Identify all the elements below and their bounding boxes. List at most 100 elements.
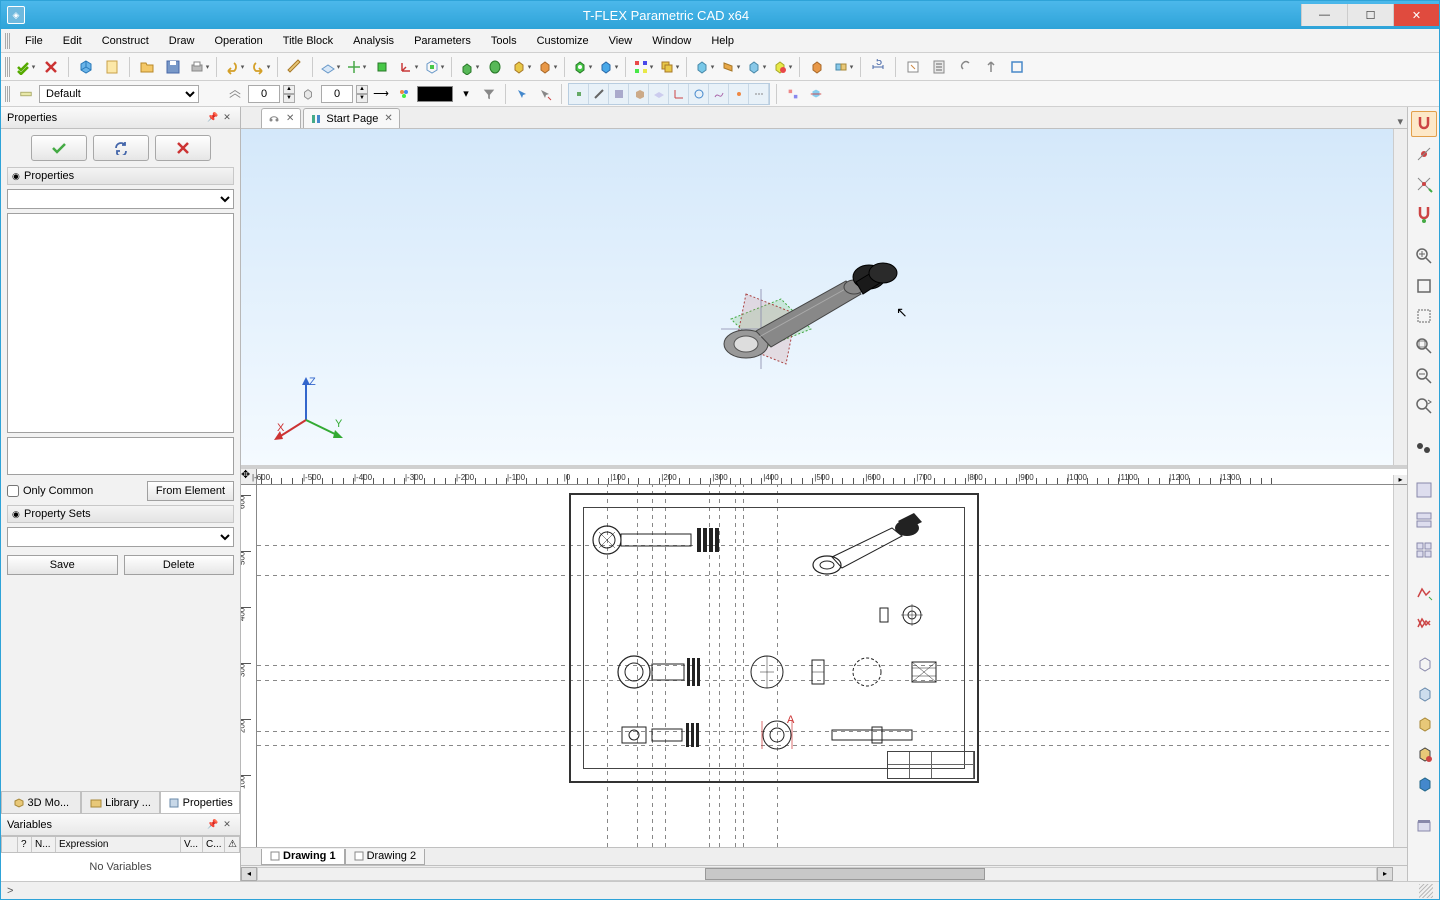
- redraw-all-button[interactable]: [1411, 609, 1437, 635]
- from-element-button[interactable]: From Element: [147, 481, 234, 501]
- level-spinner-1[interactable]: ▲▼: [283, 85, 295, 103]
- shell-button[interactable]: [596, 55, 620, 79]
- layer-icon[interactable]: [16, 84, 36, 104]
- var-col-flag[interactable]: [2, 837, 18, 852]
- redraw-red-button[interactable]: [1411, 579, 1437, 605]
- cancel-button[interactable]: [39, 55, 63, 79]
- property-set-save-button[interactable]: Save: [7, 555, 118, 575]
- 2d-hscroll[interactable]: ◂ ▸: [241, 865, 1407, 881]
- fillet-button[interactable]: [692, 55, 716, 79]
- menu-analysis[interactable]: Analysis: [343, 32, 404, 50]
- 3d-node-button[interactable]: [370, 55, 394, 79]
- extrude-button[interactable]: [457, 55, 481, 79]
- zoom-previous-button[interactable]: [1411, 393, 1437, 419]
- zoom-page-button[interactable]: [1411, 303, 1437, 329]
- filter-vertex[interactable]: [569, 84, 589, 104]
- layer-select[interactable]: Default: [39, 85, 199, 103]
- linetype-button[interactable]: ⟶: [371, 84, 391, 104]
- filter-path[interactable]: [709, 84, 729, 104]
- save-button[interactable]: [161, 55, 185, 79]
- sheet-tab-2[interactable]: Drawing 2: [345, 849, 426, 865]
- sketch-button[interactable]: [283, 55, 307, 79]
- hole-button[interactable]: [570, 55, 594, 79]
- hscroll-left[interactable]: ◂: [241, 867, 257, 881]
- open-button[interactable]: [135, 55, 159, 79]
- render-hidden-button[interactable]: [1411, 681, 1437, 707]
- filter-face[interactable]: [609, 84, 629, 104]
- copy-button[interactable]: [657, 55, 681, 79]
- revolve-button[interactable]: [483, 55, 507, 79]
- level-spinner-2[interactable]: ▲▼: [356, 85, 368, 103]
- resize-grip[interactable]: [1419, 884, 1433, 898]
- var-col-value[interactable]: V...: [181, 837, 203, 852]
- filter-lcs[interactable]: [669, 84, 689, 104]
- section-button[interactable]: [806, 84, 826, 104]
- attach-button[interactable]: [953, 55, 977, 79]
- blend-button[interactable]: [535, 55, 559, 79]
- menu-draw[interactable]: Draw: [159, 32, 205, 50]
- tab-library[interactable]: Library ...: [81, 792, 161, 814]
- menu-edit[interactable]: Edit: [53, 32, 92, 50]
- menu-window[interactable]: Window: [642, 32, 701, 50]
- doc-tabs-dropdown[interactable]: ▾: [1393, 115, 1407, 128]
- menu-file[interactable]: File: [15, 32, 53, 50]
- menu-view[interactable]: View: [599, 32, 643, 50]
- only-common-checkbox[interactable]: Only Common: [7, 485, 93, 497]
- doc-tab-startpage-close[interactable]: ✕: [384, 113, 392, 124]
- zoom-window-button[interactable]: [1411, 333, 1437, 359]
- properties-apply-button[interactable]: [31, 135, 87, 161]
- tab-3d-model[interactable]: 3D Mo...: [1, 792, 81, 814]
- filter-profile[interactable]: [689, 84, 709, 104]
- 2d-viewport[interactable]: A: [257, 485, 1393, 847]
- zoom-fit-button[interactable]: [1411, 273, 1437, 299]
- properties-section-header[interactable]: ◉Properties: [7, 167, 234, 185]
- var-col-comment[interactable]: C...: [203, 837, 225, 852]
- multiview-4-button[interactable]: [1411, 537, 1437, 563]
- rollback-button[interactable]: [1005, 55, 1029, 79]
- ruler-right-button[interactable]: ▸: [1393, 475, 1407, 484]
- axis-button[interactable]: [344, 55, 368, 79]
- new-drawing-button[interactable]: [100, 55, 124, 79]
- boolean-button[interactable]: [509, 55, 533, 79]
- color-swatch[interactable]: [417, 86, 453, 102]
- array-button[interactable]: [631, 55, 655, 79]
- filter-node[interactable]: [729, 84, 749, 104]
- snap-mid-button[interactable]: [1411, 201, 1437, 227]
- bom-button[interactable]: [927, 55, 951, 79]
- properties-cancel-button[interactable]: [155, 135, 211, 161]
- pan-button[interactable]: [1411, 435, 1437, 461]
- doc-tab-part[interactable]: ✕: [261, 108, 301, 128]
- doc-tab-startpage[interactable]: Start Page ✕: [303, 108, 399, 128]
- move-up-button[interactable]: [979, 55, 1003, 79]
- multiview-1-button[interactable]: [1411, 477, 1437, 503]
- horizontal-ruler[interactable]: ✥ |-600|-500|-400|-300|-200|-100|0|100|2…: [241, 469, 1407, 485]
- properties-pin-button[interactable]: 📌: [206, 111, 220, 125]
- var-col-warn[interactable]: ⚠: [225, 837, 239, 852]
- zoom-in-button[interactable]: [1411, 243, 1437, 269]
- face-op-button[interactable]: [718, 55, 742, 79]
- properties-refresh-button[interactable]: [93, 135, 149, 161]
- color-picker-icon[interactable]: [394, 84, 414, 104]
- snap-button[interactable]: [1411, 111, 1437, 137]
- property-sets-header[interactable]: ◉Property Sets: [7, 505, 234, 523]
- new-3d-model-button[interactable]: [74, 55, 98, 79]
- print-button[interactable]: [187, 55, 211, 79]
- filter-wp[interactable]: [649, 84, 669, 104]
- var-col-name[interactable]: N...: [32, 837, 56, 852]
- 2d-vscroll[interactable]: [1393, 485, 1407, 847]
- render-realistic-button[interactable]: [1411, 771, 1437, 797]
- menu-construct[interactable]: Construct: [92, 32, 159, 50]
- level-icon-1[interactable]: [225, 84, 245, 104]
- projection-button[interactable]: [901, 55, 925, 79]
- properties-list[interactable]: [7, 213, 234, 433]
- toolbar2-grip[interactable]: [5, 86, 11, 102]
- properties-close-button[interactable]: ✕: [220, 111, 234, 125]
- close-button[interactable]: ✕: [1393, 4, 1439, 26]
- sheet-metal-button[interactable]: [744, 55, 768, 79]
- var-col-expression[interactable]: Expression: [56, 837, 181, 852]
- level-input-1[interactable]: [248, 85, 280, 103]
- menu-customize[interactable]: Customize: [527, 32, 599, 50]
- lcs-button[interactable]: [396, 55, 420, 79]
- menu-parameters[interactable]: Parameters: [404, 32, 481, 50]
- hscroll-right[interactable]: ▸: [1377, 867, 1393, 881]
